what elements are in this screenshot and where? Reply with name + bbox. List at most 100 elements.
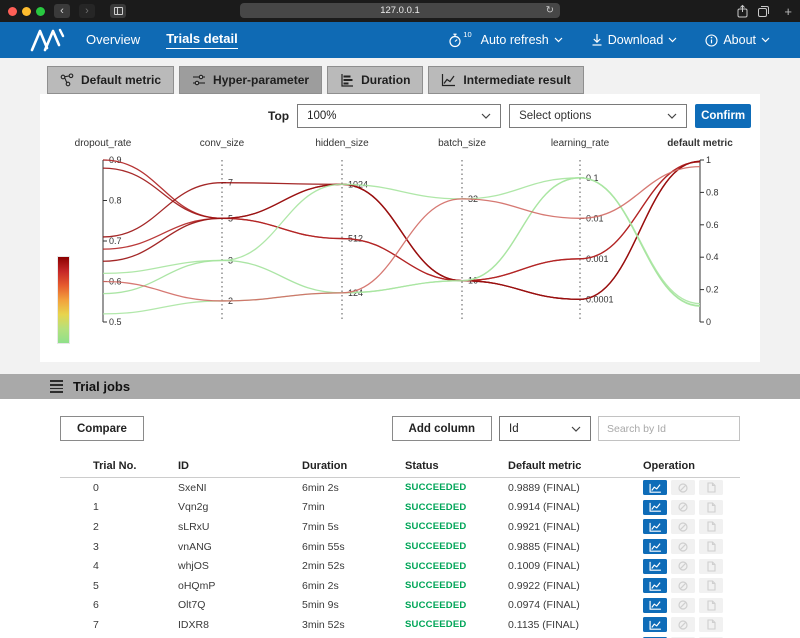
search-filter-value: Id — [509, 422, 519, 435]
document-icon — [706, 580, 716, 591]
axis-options-value: Select options — [519, 110, 592, 122]
kill-trial-button[interactable] — [671, 519, 695, 535]
copy-trial-button[interactable] — [699, 558, 723, 574]
trial-id-cell: Vqn2g — [178, 501, 209, 514]
search-filter-select[interactable]: Id — [499, 416, 591, 441]
intermediate-result-button[interactable] — [643, 558, 667, 574]
intermediate-result-button[interactable] — [643, 578, 667, 594]
intermediate-result-button[interactable] — [643, 597, 667, 613]
trial-jobs-section-bar: Trial jobs — [0, 374, 800, 399]
download-icon — [592, 34, 602, 46]
kill-trial-button[interactable] — [671, 499, 695, 515]
operation-cell — [643, 499, 740, 515]
table-row[interactable]: 7 IDXR8 3min 52s SUCCEEDED 0.1135 (FINAL… — [60, 615, 740, 635]
table-row[interactable]: 5 oHQmP 6min 2s SUCCEEDED 0.9922 (FINAL) — [60, 576, 740, 596]
intermediate-result-button[interactable] — [643, 617, 667, 633]
line-chart-icon — [649, 542, 661, 552]
app-header: Overview Trials detail 10 Auto refresh D… — [0, 22, 800, 58]
intermediate-result-button[interactable] — [643, 519, 667, 535]
compare-button[interactable]: Compare — [60, 416, 144, 441]
tab-intermediate-result[interactable]: Intermediate result — [428, 66, 584, 94]
download-menu[interactable]: Download — [591, 33, 678, 47]
list-icon — [50, 380, 63, 393]
kill-icon — [678, 502, 688, 512]
default-metric-cell: 0.9914 (FINAL) — [508, 501, 580, 514]
svg-text:learning_rate: learning_rate — [551, 138, 610, 149]
intermediate-result-button[interactable] — [643, 499, 667, 515]
line-chart-icon — [649, 581, 661, 591]
top-percent-select[interactable]: 100% — [297, 104, 502, 128]
operation-cell — [643, 578, 740, 594]
copy-trial-button[interactable] — [699, 597, 723, 613]
tab-duration[interactable]: Duration — [327, 66, 424, 94]
about-menu[interactable]: About — [705, 33, 770, 47]
forward-button[interactable]: › — [79, 4, 95, 18]
svg-text:0.5: 0.5 — [109, 317, 122, 327]
kill-trial-button[interactable] — [671, 539, 695, 555]
kill-icon — [678, 522, 688, 532]
svg-text:0.4: 0.4 — [706, 252, 719, 262]
copy-trial-button[interactable] — [699, 539, 723, 555]
intermediate-result-button[interactable] — [643, 539, 667, 555]
auto-refresh-menu[interactable]: 10 Auto refresh — [448, 30, 563, 48]
table-row[interactable]: 3 vnANG 6min 55s SUCCEEDED 0.9885 (FINAL… — [60, 537, 740, 557]
view-tabs: Default metric Hyper-parameter Duration … — [47, 66, 800, 94]
copy-trial-button[interactable] — [699, 617, 723, 633]
chevron-down-icon — [761, 37, 770, 43]
table-row[interactable]: 1 Vqn2g 7min SUCCEEDED 0.9914 (FINAL) — [60, 498, 740, 518]
back-button[interactable]: ‹ — [54, 4, 70, 18]
kill-trial-button[interactable] — [671, 480, 695, 496]
table-row[interactable]: 6 Olt7Q 5min 9s SUCCEEDED 0.0974 (FINAL) — [60, 596, 740, 616]
table-row[interactable]: 2 sLRxU 7min 5s SUCCEEDED 0.9921 (FINAL) — [60, 517, 740, 537]
share-button[interactable] — [736, 4, 749, 18]
trial-no-cell: 3 — [93, 540, 99, 553]
minimize-window-button[interactable] — [22, 6, 31, 16]
trial-table: Trial No. ID Duration Status Default met… — [60, 454, 740, 638]
nav-trials-detail[interactable]: Trials detail — [166, 31, 238, 49]
document-icon — [706, 502, 716, 513]
reload-icon[interactable]: ↻ — [546, 3, 554, 18]
search-input[interactable] — [598, 416, 740, 441]
table-row[interactable]: 4 whjOS 2min 52s SUCCEEDED 0.1009 (FINAL… — [60, 556, 740, 576]
kill-icon — [678, 483, 688, 493]
default-metric-cell: 0.9922 (FINAL) — [508, 579, 580, 592]
tab-default-metric[interactable]: Default metric — [47, 66, 175, 94]
kill-trial-button[interactable] — [671, 578, 695, 594]
url-text: 127.0.0.1 — [380, 5, 420, 16]
fullscreen-window-button[interactable] — [36, 6, 45, 16]
kill-trial-button[interactable] — [671, 617, 695, 633]
axis-options-select[interactable]: Select options — [509, 104, 688, 128]
address-bar[interactable]: 127.0.0.1 ↻ — [240, 3, 560, 18]
status-badge: SUCCEEDED — [405, 501, 467, 513]
chevron-down-icon — [481, 113, 491, 119]
trial-no-cell: 5 — [93, 579, 99, 592]
sidebar-toggle-button[interactable] — [110, 4, 126, 18]
confirm-button[interactable]: Confirm — [695, 104, 752, 128]
kill-trial-button[interactable] — [671, 558, 695, 574]
trial-id-cell: Olt7Q — [178, 599, 206, 612]
add-column-button[interactable]: Add column — [391, 416, 492, 441]
copy-trial-button[interactable] — [699, 578, 723, 594]
tab-hyper-parameter[interactable]: Hyper-parameter — [179, 66, 323, 94]
copy-trial-button[interactable] — [699, 519, 723, 535]
copy-trial-button[interactable] — [699, 499, 723, 515]
svg-text:1: 1 — [706, 155, 711, 165]
duration-cell: 6min 55s — [302, 540, 345, 553]
close-window-button[interactable] — [8, 6, 17, 16]
table-row[interactable]: 0 SxeNI 6min 2s SUCCEEDED 0.9889 (FINAL) — [60, 478, 740, 498]
col-operation: Operation — [643, 459, 695, 472]
share-icon — [737, 4, 748, 18]
tab-label: Intermediate result — [463, 73, 571, 87]
duration-cell: 2min 52s — [302, 560, 345, 573]
tab-overview-button[interactable] — [757, 5, 770, 18]
intermediate-result-button[interactable] — [643, 480, 667, 496]
nav-overview[interactable]: Overview — [86, 32, 140, 49]
new-tab-button[interactable]: + — [784, 4, 792, 19]
auto-refresh-label: Auto refresh — [480, 33, 549, 47]
chevron-down-icon — [571, 426, 581, 432]
kill-trial-button[interactable] — [671, 597, 695, 613]
duration-cell: 7min — [302, 501, 325, 514]
copy-trial-button[interactable] — [699, 480, 723, 496]
parallel-coordinates-svg[interactable]: dropout_rate0.90.80.70.60.5conv_size7532… — [50, 134, 755, 358]
col-id: ID — [178, 459, 189, 472]
